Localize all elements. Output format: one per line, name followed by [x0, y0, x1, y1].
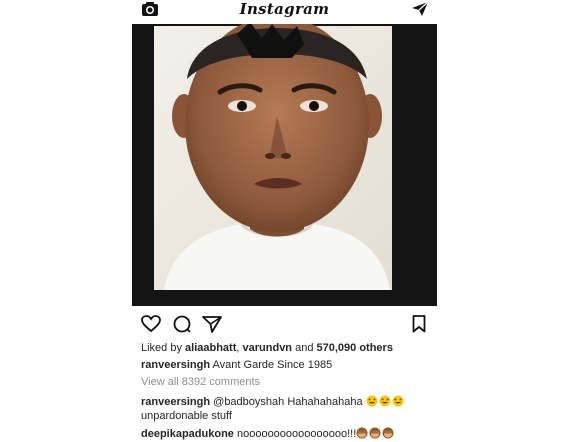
comment: ranveersingh @badboyshah Hahahahahaha	[141, 395, 404, 410]
portrait-photo-image	[132, 24, 437, 306]
comment-username[interactable]: ranveersingh	[141, 396, 210, 408]
comment-mention[interactable]: @badboyshah	[210, 396, 284, 408]
post-photo[interactable]	[132, 24, 437, 306]
post-actions	[132, 313, 437, 335]
rolling-laughing-emoji	[366, 395, 404, 410]
liker-link[interactable]: varundvn	[243, 342, 293, 354]
see-no-evil-monkey-emoji	[356, 427, 394, 442]
post-caption: ranveersingh Avant Garde Since 1985	[141, 359, 332, 371]
share-icon[interactable]	[202, 315, 222, 333]
view-all-comments-link[interactable]: View all 8392 comments	[141, 376, 260, 388]
instagram-logo: Instagram	[239, 0, 330, 18]
comment-text: nooooooooooooooooo!!!	[233, 428, 357, 440]
comment-username[interactable]: deepikapadukone	[141, 428, 234, 440]
paper-plane-icon[interactable]	[411, 1, 429, 17]
likes-prefix: Liked by	[141, 342, 186, 354]
comment: deepikapadukone nooooooooooooooooo!!!	[141, 427, 394, 442]
bookmark-icon[interactable]	[412, 315, 426, 333]
liker-link[interactable]: aliaabhatt	[185, 342, 236, 354]
comment-continuation: unpardonable stuff	[141, 410, 232, 422]
caption-username[interactable]: ranveersingh	[141, 359, 210, 371]
heart-icon[interactable]	[141, 315, 161, 333]
likes-count-link[interactable]: 570,090 others	[317, 342, 393, 354]
comment-text: Hahahahahaha	[284, 396, 366, 408]
likes-line: Liked by aliaabhatt, varundvn and 570,09…	[141, 342, 393, 354]
top-bar: Instagram	[132, 0, 437, 20]
caption-text: Avant Garde Since 1985	[210, 359, 333, 371]
likes-and: and	[292, 342, 317, 354]
comment-icon[interactable]	[172, 315, 192, 333]
